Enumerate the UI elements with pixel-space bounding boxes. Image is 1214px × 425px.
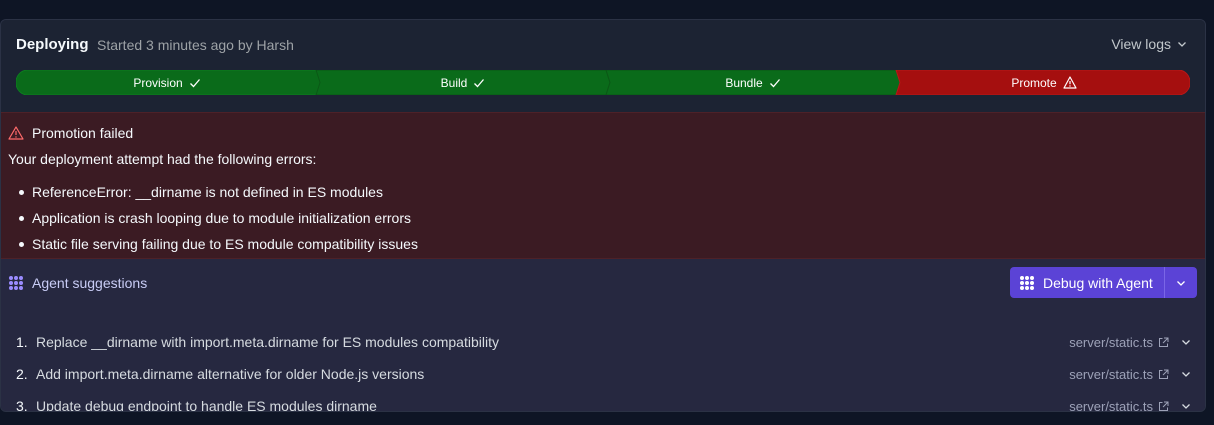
error-item: ReferenceError: __dirname is not defined… (19, 179, 418, 205)
suggestion-file-link[interactable]: server/static.ts (1069, 335, 1169, 350)
suggestion-text: Update debug endpoint to handle ES modul… (36, 398, 377, 412)
error-item: Static file serving failing due to ES mo… (19, 231, 418, 257)
debug-with-agent-group: Debug with Agent (1010, 267, 1197, 298)
debug-with-agent-button[interactable]: Debug with Agent (1010, 267, 1164, 298)
error-item-text: Static file serving failing due to ES mo… (32, 236, 418, 252)
suggestion-text: Add import.meta.dirname alternative for … (36, 366, 425, 382)
error-item: Application is crash looping due to modu… (19, 205, 418, 231)
error-panel: Promotion failed Your deployment attempt… (1, 112, 1205, 259)
bullet (19, 189, 24, 195)
suggestion-item[interactable]: 1. Replace __dirname with import.meta.di… (16, 330, 1191, 354)
view-logs-label: View logs (1111, 36, 1171, 52)
error-title: Promotion failed (32, 125, 134, 141)
warning-icon (1063, 76, 1077, 89)
stage-label: Provision (133, 75, 183, 90)
chevron-down-icon (1182, 340, 1190, 345)
chevron-down-icon (1177, 280, 1185, 286)
bullet (19, 215, 24, 221)
stage-label: Build (440, 75, 468, 90)
stage-label: Bundle (725, 75, 763, 90)
check-icon (189, 78, 200, 87)
external-link-icon (1159, 337, 1169, 347)
agent-suggestions-panel: Agent suggestions Debug with Agent 1. Re… (1, 259, 1205, 412)
suggestion-file-link[interactable]: server/static.ts (1069, 367, 1169, 382)
deployment-stages: Provision Build Bundle Promote (16, 70, 1190, 95)
file-name: server/static.ts (1069, 398, 1153, 412)
suggestion-item[interactable]: 3. Update debug endpoint to handle ES mo… (16, 394, 1191, 412)
error-heading: Promotion failed (8, 125, 133, 141)
deployment-subtitle: Started 3 minutes ago by Harsh (97, 37, 294, 53)
stage-build[interactable]: Build (318, 70, 608, 95)
error-intro: Your deployment attempt had the followin… (8, 151, 317, 167)
error-item-text: ReferenceError: __dirname is not defined… (32, 184, 383, 200)
stage-bundle[interactable]: Bundle (608, 70, 898, 95)
file-name: server/static.ts (1069, 366, 1153, 382)
bullet (19, 241, 24, 247)
file-name: server/static.ts (1069, 334, 1153, 350)
deployment-header: Deploying Started 3 minutes ago by Harsh… (1, 20, 1205, 112)
stage-label: Promote (1011, 75, 1057, 90)
agent-icon (9, 276, 23, 290)
expand-suggestion-button[interactable] (1181, 401, 1191, 411)
expand-suggestion-button[interactable] (1181, 369, 1191, 379)
expand-suggestion-button[interactable] (1181, 337, 1191, 347)
agent-suggestions-title: Agent suggestions (32, 275, 148, 291)
deployment-card: Deploying Started 3 minutes ago by Harsh… (0, 19, 1206, 412)
stage-provision[interactable]: Provision (16, 70, 318, 95)
stage-promote[interactable]: Promote (898, 70, 1190, 95)
chevron-down-icon (1182, 372, 1190, 377)
suggestion-number: 3. (16, 398, 28, 412)
chevron-down-icon (1178, 42, 1186, 47)
debug-with-agent-label: Debug with Agent (1043, 274, 1153, 291)
debug-options-dropdown[interactable] (1164, 267, 1197, 298)
suggestion-file-link[interactable]: server/static.ts (1069, 398, 1169, 412)
suggestion-number: 2. (16, 366, 28, 382)
view-logs-button[interactable]: View logs (1111, 36, 1187, 52)
warning-icon (8, 126, 24, 140)
error-list: ReferenceError: __dirname is not defined… (19, 179, 418, 257)
deployment-status: Deploying (16, 36, 89, 53)
suggestion-number: 1. (16, 334, 28, 350)
external-link-icon (1159, 369, 1169, 379)
agent-icon (1020, 275, 1034, 290)
error-item-text: Application is crash looping due to modu… (32, 210, 411, 226)
suggestion-item[interactable]: 2. Add import.meta.dirname alternative f… (16, 362, 1191, 386)
suggestion-text: Replace __dirname with import.meta.dirna… (36, 334, 499, 350)
check-icon (769, 78, 780, 87)
external-link-icon (1159, 401, 1169, 411)
check-icon (474, 78, 485, 87)
chevron-down-icon (1182, 404, 1190, 409)
agent-suggestions-heading: Agent suggestions (8, 275, 147, 291)
